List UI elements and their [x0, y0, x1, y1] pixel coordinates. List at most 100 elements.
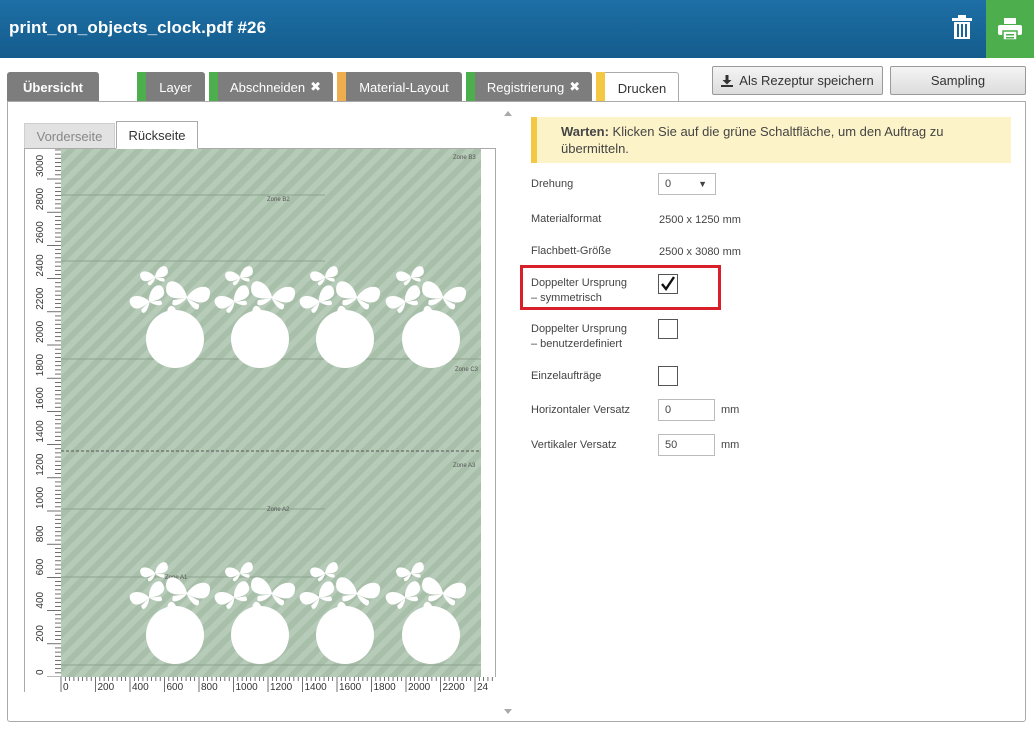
single-jobs-label: Einzelaufträge [531, 370, 602, 382]
vertical-offset-input[interactable] [658, 434, 715, 456]
y-ruler-label: 2400 [35, 254, 46, 277]
tab-label: Drucken [617, 80, 667, 96]
tab-front-side[interactable]: Vorderseite [24, 123, 115, 149]
label-line: – symmetrisch [531, 292, 602, 304]
tab-label: Material-Layout [359, 79, 449, 95]
status-stripe [209, 72, 218, 102]
label-line: Doppelter Ursprung [531, 323, 627, 335]
tab-label: Rückseite [128, 127, 186, 143]
tab-label: Registrierung [486, 79, 565, 95]
x-ruler-label: 24 [477, 682, 489, 693]
zone-label: Zone B2 [267, 197, 290, 203]
trash-icon [952, 15, 972, 39]
horizontal-offset-input[interactable] [658, 399, 715, 421]
app-header: print_on_objects_clock.pdf #26 [0, 0, 1034, 58]
tab-label: Abschneiden [229, 79, 306, 95]
y-ruler-label: 1200 [35, 453, 46, 476]
x-ruler-label: 1800 [374, 682, 397, 693]
x-ruler-label: 0 [63, 682, 69, 693]
x-ruler-label: 1200 [270, 682, 293, 693]
printer-icon [998, 18, 1022, 40]
sampling-label: Sampling [930, 73, 986, 88]
tab-label: Vorderseite [36, 128, 103, 144]
y-ruler-label: 1400 [35, 420, 46, 443]
tab-print[interactable]: Drucken [596, 72, 679, 103]
scroll-up-arrow[interactable] [504, 111, 512, 116]
x-ruler-label: 400 [132, 682, 149, 693]
x-ruler-label: 1400 [305, 682, 328, 693]
checkmark-icon [661, 276, 675, 292]
double-origin-custom-checkbox[interactable] [658, 319, 678, 339]
single-jobs-checkbox[interactable] [658, 366, 678, 386]
y-ruler-label: 600 [35, 558, 46, 575]
double-origin-custom-label: Doppelter Ursprung – benutzerdefiniert [531, 322, 627, 352]
y-ruler-label: 0 [35, 669, 46, 675]
x-ruler-label: 1000 [236, 682, 259, 693]
horizontal-offset-label: Horizontaler Versatz [531, 404, 631, 416]
close-icon[interactable]: ✖ [310, 79, 321, 95]
unit-label: mm [721, 439, 740, 451]
zone-label: Zone C3 [455, 367, 479, 373]
scroll-down-arrow[interactable] [504, 709, 512, 714]
job-title: print_on_objects_clock.pdf #26 [9, 18, 267, 37]
save-recipe-label: Als Rezeptur speichern [739, 73, 874, 88]
material-format-label: Materialformat [531, 213, 602, 225]
status-stripe [466, 72, 475, 102]
sampling-button[interactable]: Sampling [890, 66, 1026, 95]
label-line: – benutzerdefiniert [531, 338, 623, 350]
x-ruler-label: 2200 [443, 682, 466, 693]
flatbed-value: 2500 x 3080 mm [659, 246, 741, 258]
x-ruler-label: 1600 [339, 682, 362, 693]
y-ruler-label: 2800 [35, 188, 46, 211]
vertical-offset-label: Vertikaler Versatz [531, 439, 617, 451]
rotation-value: 0 [665, 178, 672, 190]
download-icon [721, 74, 734, 87]
zone-label: Zone A2 [267, 507, 290, 513]
y-ruler-label: 800 [35, 525, 46, 542]
scrollbar[interactable] [502, 109, 514, 717]
status-stripe [337, 72, 346, 102]
tab-registration[interactable]: Registrierung ✖ [466, 72, 592, 102]
material-format-value: 2500 x 1250 mm [659, 214, 741, 226]
x-ruler-label: 800 [201, 682, 218, 693]
label-line: Doppelter Ursprung [531, 277, 627, 289]
y-ruler-label: 1600 [35, 387, 46, 410]
y-ruler-label: 1800 [35, 354, 46, 377]
rotation-label: Drehung [531, 178, 574, 190]
y-ruler-label: 200 [35, 625, 46, 642]
zone-label: Zone A3 [453, 463, 476, 469]
y-ruler-label: 2600 [35, 221, 46, 244]
tab-cut[interactable]: Abschneiden ✖ [209, 72, 333, 102]
tab-layer[interactable]: Layer [137, 72, 205, 102]
unit-label: mm [721, 404, 740, 416]
layout-preview[interactable]: Zone B3 Zone B2 Zone C3 Zone A3 Zone A2 … [24, 148, 497, 693]
x-ruler-label: 600 [167, 682, 184, 693]
double-origin-symmetric-checkbox[interactable] [658, 274, 678, 294]
x-ruler-label: 2000 [408, 682, 431, 693]
double-origin-symmetric-label: Doppelter Ursprung – symmetrisch [531, 276, 627, 306]
y-ruler-label: 2200 [35, 287, 46, 310]
delete-button[interactable] [942, 8, 982, 46]
tab-label: Layer [159, 79, 192, 95]
layout-preview-canvas: Zone B3 Zone B2 Zone C3 Zone A3 Zone A2 … [25, 149, 497, 693]
close-icon[interactable]: ✖ [569, 79, 580, 95]
x-ruler-label: 200 [98, 682, 115, 693]
warning-text: Klicken Sie auf die grüne Schaltfläche, … [561, 124, 944, 156]
status-stripe [596, 72, 605, 103]
tab-back-side[interactable]: Rückseite [116, 121, 198, 149]
warning-banner: Warten: Klicken Sie auf die grüne Schalt… [531, 117, 1011, 163]
status-stripe [137, 72, 146, 102]
tab-overview[interactable]: Übersicht [7, 72, 99, 102]
chevron-down-icon: ▼ [698, 179, 707, 189]
flatbed-label: Flachbett-Größe [531, 245, 612, 257]
rotation-select[interactable]: 0 ▼ [658, 173, 716, 195]
y-ruler-label: 2000 [35, 320, 46, 343]
y-ruler-label: 400 [35, 591, 46, 608]
zone-label: Zone B3 [453, 155, 476, 161]
print-button[interactable] [986, 0, 1034, 58]
tab-label: Übersicht [23, 79, 83, 95]
y-ruler-label: 1000 [35, 486, 46, 509]
save-recipe-button[interactable]: Als Rezeptur speichern [712, 66, 883, 95]
material-plate [61, 149, 481, 677]
tab-material-layout[interactable]: Material-Layout [337, 72, 462, 102]
